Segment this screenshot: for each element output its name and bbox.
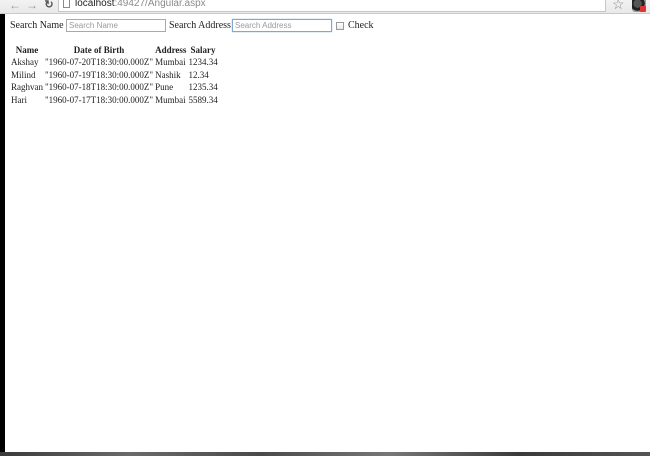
column-header-salary: Salary — [190, 45, 216, 55]
column-header-name: Name — [15, 45, 39, 55]
column-header-dob: Date of Birth — [73, 45, 125, 55]
search-address-label: Search Address : — [169, 20, 237, 31]
check-label: Check — [348, 20, 374, 31]
check-checkbox[interactable] — [336, 22, 344, 30]
cell-address: Mumbai — [155, 94, 186, 105]
cell-name: Raghvan — [11, 82, 43, 93]
cell-dob: "1960-07-18T18:30:00.000Z" — [45, 82, 154, 93]
cell-name: Milind — [11, 69, 36, 80]
cell-dob: "1960-07-19T18:30:00.000Z" — [45, 69, 154, 80]
extension-badge — [640, 6, 646, 12]
bookmark-star-icon[interactable]: ☆ — [612, 0, 625, 12]
table-header-row: Name Date of Birth Address Salary — [10, 44, 219, 56]
cell-salary: 12.34 — [188, 69, 209, 80]
page-icon — [63, 0, 70, 8]
cell-address: Nashik — [155, 69, 181, 80]
cell-name: Hari — [11, 94, 27, 105]
cell-salary: 1235.34 — [188, 82, 218, 93]
browser-window: ← → ↻ localhost:49427/Angular.aspx ☆ Sea… — [0, 0, 650, 456]
table-row: Milind "1960-07-19T18:30:00.000Z" Nashik… — [10, 69, 219, 81]
cell-address: Mumbai — [155, 57, 186, 68]
reload-icon[interactable]: ↻ — [42, 0, 56, 12]
table-row: Raghvan "1960-07-18T18:30:00.000Z" Pune … — [10, 81, 219, 93]
people-table: Name Date of Birth Address Salary Akshay… — [10, 44, 219, 106]
forward-arrow-icon[interactable]: → — [25, 0, 39, 12]
search-address-input[interactable] — [232, 19, 332, 32]
browser-toolbar: ← → ↻ localhost:49427/Angular.aspx ☆ — [0, 0, 650, 14]
cell-dob: "1960-07-17T18:30:00.000Z" — [45, 94, 154, 105]
cell-dob: "1960-07-20T18:30:00.000Z" — [45, 57, 154, 68]
url-path: :49427/Angular.aspx — [114, 0, 206, 9]
address-bar[interactable]: localhost:49427/Angular.aspx — [58, 0, 606, 12]
cell-salary: 5589.34 — [188, 94, 218, 105]
cell-name: Akshay — [11, 57, 39, 68]
page-viewport: Search Name : Search Address : Check Nam… — [5, 14, 650, 452]
cell-salary: 1234.34 — [188, 57, 218, 68]
taskbar-strip — [0, 452, 650, 456]
search-name-label: Search Name : — [10, 20, 69, 31]
address-bar-url[interactable]: localhost:49427/Angular.aspx — [75, 0, 206, 10]
search-name-input[interactable] — [66, 19, 166, 32]
column-header-address: Address — [155, 45, 187, 55]
url-host: localhost — [75, 0, 115, 9]
back-arrow-icon[interactable]: ← — [8, 0, 22, 12]
table-row: Hari "1960-07-17T18:30:00.000Z" Mumbai 5… — [10, 94, 219, 106]
cell-address: Pune — [155, 82, 174, 93]
table-row: Akshay "1960-07-20T18:30:00.000Z" Mumbai… — [10, 56, 219, 68]
